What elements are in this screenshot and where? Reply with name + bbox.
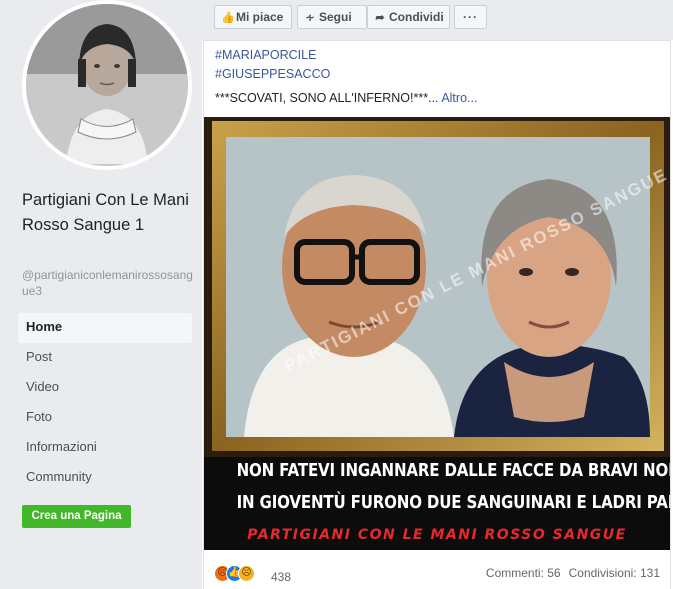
- page-handle[interactable]: @partigianiconlemanirossosangue3: [22, 267, 194, 299]
- nav-item-foto[interactable]: Foto: [18, 403, 192, 433]
- profile-avatar[interactable]: [22, 0, 192, 170]
- post-card: #MARIAPORCILE #GIUSEPPESACCO ***SCOVATI,…: [203, 40, 671, 589]
- shares-count-link[interactable]: Condivisioni: 131: [569, 566, 660, 580]
- follow-button[interactable]: ∻ Segui: [297, 5, 367, 29]
- page-name[interactable]: Partigiani Con Le Mani Rosso Sangue 1: [22, 188, 194, 238]
- thumbs-up-icon: 👍: [221, 12, 235, 24]
- hashtag-link[interactable]: #GIUSEPPESACCO: [215, 67, 330, 81]
- like-page-button[interactable]: 👍Mi piace: [214, 5, 292, 29]
- share-label: Condividi: [389, 10, 444, 24]
- post-text: ***SCOVATI, SONO ALL'INFERNO!***... Altr…: [215, 91, 477, 105]
- like-label: Mi piace: [236, 10, 284, 24]
- rss-icon: ∻: [305, 12, 315, 24]
- image-headline: IN GIOVENTÙ FURONO DUE SANGUINARI E LADR…: [236, 493, 670, 513]
- engagement-counts: Commenti: 56 Condivisioni: 131: [486, 566, 660, 580]
- nav-item-home[interactable]: Home: [18, 313, 192, 343]
- avatar-photo: [26, 4, 188, 166]
- page-sidebar: Partigiani Con Le Mani Rosso Sangue 1 @p…: [0, 0, 202, 589]
- nav-item-community[interactable]: Community: [18, 463, 192, 493]
- share-arrow-icon: ➦: [375, 12, 385, 24]
- post-image[interactable]: PARTIGIANI CON LE MANI ROSSO SANGUE NON …: [204, 117, 670, 550]
- post-text-content: ***SCOVATI, SONO ALL'INFERNO!***...: [215, 91, 439, 105]
- image-caption: PARTIGIANI CON LE MANI ROSSO SANGUE: [247, 527, 627, 543]
- nav-item-informazioni[interactable]: Informazioni: [18, 433, 192, 463]
- image-headline: NON FATEVI INGANNARE DALLE FACCE DA BRAV…: [236, 461, 670, 481]
- page-nav: Home Post Video Foto Informazioni Commun…: [18, 313, 192, 493]
- nav-item-post[interactable]: Post: [18, 343, 192, 373]
- share-button[interactable]: ➦ Condividi: [367, 5, 450, 29]
- comments-count-link[interactable]: Commenti: 56: [486, 566, 561, 580]
- more-options-button[interactable]: ···: [454, 5, 487, 29]
- follow-label: Segui: [319, 10, 352, 24]
- nav-item-video[interactable]: Video: [18, 373, 192, 403]
- page-action-bar: 👍Mi piace ∻ Segui ➦ Condividi ···: [202, 0, 673, 40]
- hashtag-link[interactable]: #MARIAPORCILE: [215, 48, 316, 62]
- create-page-button[interactable]: Crea una Pagina: [22, 505, 131, 528]
- sad-icon: ☹: [238, 565, 255, 582]
- read-more-link[interactable]: Altro...: [441, 91, 477, 105]
- post-stats: ☹ 👍 ☹ 438 Commenti: 56 Condivisioni: 131: [204, 561, 670, 589]
- reaction-count: 438: [271, 570, 292, 584]
